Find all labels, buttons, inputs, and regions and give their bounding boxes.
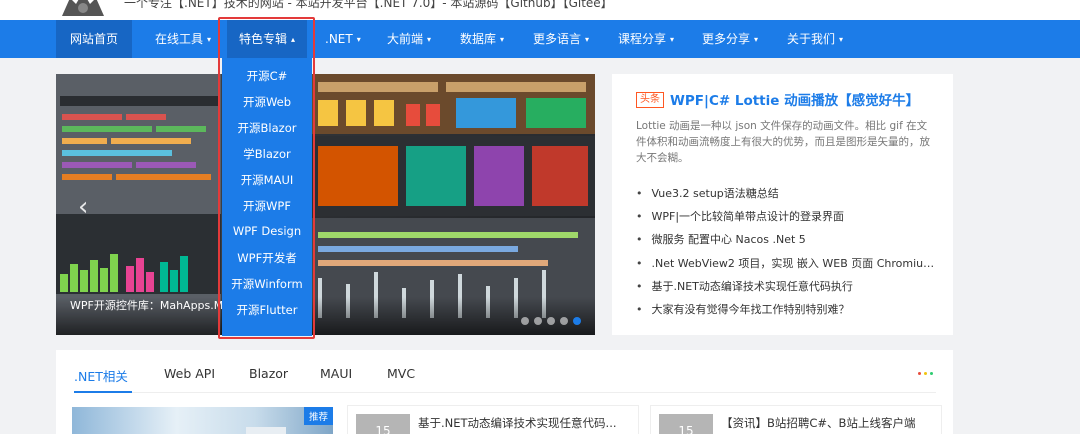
chevron-down-icon: ▾ bbox=[207, 35, 212, 44]
hero-slider[interactable]: ‹ WPF开源控件库：MahApps.Metro bbox=[56, 74, 595, 335]
thumbnail-tile bbox=[246, 427, 286, 434]
site-header: 一个专注【.NET】技术的网站 - 本站开发平台【.NET 7.0】- 本站源码… bbox=[0, 0, 1080, 20]
slider-dot-active[interactable] bbox=[573, 317, 581, 325]
article-card[interactable]: 15 基于.NET动态编译技术实现任意代码... bbox=[347, 405, 639, 434]
slider-dot[interactable] bbox=[547, 317, 555, 325]
article-card[interactable]: 15 【资讯】B站招聘C#、B站上线客户端 bbox=[650, 405, 942, 434]
headline-panel: 头条 WPF|C# Lottie 动画播放【感觉好牛】 Lottie 动画是一种… bbox=[612, 74, 953, 335]
nav-item-more-shares[interactable]: 更多分享 ▾ bbox=[702, 20, 758, 58]
featured-albums-dropdown: 开源C# 开源Web 开源Blazor 学Blazor 开源MAUI 开源WPF… bbox=[222, 58, 312, 336]
dot-green bbox=[930, 372, 933, 375]
chevron-down-icon: ▾ bbox=[585, 35, 590, 44]
chevron-down-icon: ▾ bbox=[356, 35, 361, 44]
headline-tag: 头条 bbox=[636, 92, 664, 108]
nav-item-database[interactable]: 数据库 ▾ bbox=[460, 20, 504, 58]
site-slogan: 一个专注【.NET】技术的网站 - 本站开发平台【.NET 7.0】- 本站源码… bbox=[124, 0, 613, 10]
tab-blazor[interactable]: Blazor bbox=[249, 366, 288, 381]
list-item[interactable]: .Net WebView2 项目，实现 嵌入 WEB 页面 Chromium内核 bbox=[636, 252, 937, 275]
nav-item-more-languages[interactable]: 更多语言 ▾ bbox=[533, 20, 589, 58]
tab-web-api[interactable]: Web API bbox=[164, 366, 215, 381]
main-nav: 网站首页 在线工具 ▾ 特色专辑 ▴ .NET ▾ 大前端 ▾ 数据库 ▾ 更多语言 ▾ 课… bbox=[0, 20, 1080, 58]
chevron-down-icon: ▾ bbox=[670, 35, 675, 44]
list-item[interactable]: 微服务 配置中心 Nacos .Net 5 bbox=[636, 228, 936, 251]
recommend-badge: 推荐 bbox=[303, 407, 333, 425]
more-dots-icon[interactable] bbox=[918, 372, 933, 375]
nav-item-label: 关于我们 bbox=[787, 32, 836, 46]
tab-active-underline bbox=[74, 391, 132, 393]
nav-item-dotnet[interactable]: .NET ▾ bbox=[325, 20, 361, 58]
nav-item-label: 大前端 bbox=[387, 32, 424, 46]
slider-dots bbox=[521, 317, 581, 325]
chevron-down-icon: ▾ bbox=[500, 35, 505, 44]
nav-item-courses[interactable]: 课程分享 ▾ bbox=[618, 20, 674, 58]
nav-item-online-tools[interactable]: 在线工具 ▾ bbox=[155, 20, 211, 58]
list-item[interactable]: 基于.NET动态编译技术实现任意代码执行 bbox=[636, 275, 936, 298]
recommended-thumbnail[interactable]: 推荐 bbox=[72, 407, 333, 434]
date-badge: 15 bbox=[356, 414, 410, 434]
headline-link-list: Vue3.2 setup语法糖总结 WPF|一个比较简单带点设计的登录界面 微服… bbox=[636, 182, 937, 321]
chevron-up-icon: ▴ bbox=[291, 35, 296, 44]
article-title[interactable]: 基于.NET动态编译技术实现任意代码... bbox=[418, 415, 617, 431]
slider-prev-icon[interactable]: ‹ bbox=[78, 192, 88, 222]
chevron-down-icon: ▾ bbox=[754, 35, 759, 44]
tab-mvc[interactable]: MVC bbox=[387, 366, 415, 381]
nav-item-featured-albums[interactable]: 特色专辑 ▴ bbox=[227, 20, 308, 58]
dot-red bbox=[918, 372, 921, 375]
nav-item-label: 网站首页 bbox=[70, 32, 119, 46]
nav-item-label: 更多语言 bbox=[533, 32, 582, 46]
slider-dot[interactable] bbox=[534, 317, 542, 325]
slider-caption-bar: WPF开源控件库：MahApps.Metro bbox=[56, 297, 595, 335]
dropdown-item-open-winform[interactable]: 开源Winform bbox=[222, 276, 312, 292]
nav-item-label: 特色专辑 bbox=[239, 32, 288, 46]
article-title[interactable]: 【资讯】B站招聘C#、B站上线客户端 bbox=[721, 415, 915, 431]
nav-item-label: .NET bbox=[325, 32, 353, 46]
list-item[interactable]: WPF|一个比较简单带点设计的登录界面 bbox=[636, 205, 936, 228]
dropdown-item-open-web[interactable]: 开源Web bbox=[222, 94, 312, 110]
headline-title[interactable]: WPF|C# Lottie 动画播放【感觉好牛】 bbox=[670, 89, 919, 109]
nav-item-home[interactable]: 网站首页 bbox=[56, 20, 133, 58]
dot-yellow bbox=[924, 372, 927, 375]
nav-item-about[interactable]: 关于我们 ▾ bbox=[787, 20, 843, 58]
nav-item-label: 课程分享 bbox=[618, 32, 667, 46]
slider-dot[interactable] bbox=[560, 317, 568, 325]
dropdown-item-open-blazor[interactable]: 开源Blazor bbox=[222, 120, 312, 136]
date-badge: 15 bbox=[659, 414, 713, 434]
dropdown-item-open-csharp[interactable]: 开源C# bbox=[222, 68, 312, 84]
headline-summary: Lottie 动画是一种以 json 文件保存的动画文件。相比 gif 在文件体… bbox=[636, 120, 930, 164]
tab-dotnet[interactable]: .NET相关 bbox=[74, 366, 128, 385]
dropdown-item-open-maui[interactable]: 开源MAUI bbox=[222, 172, 312, 188]
tab-divider bbox=[74, 392, 936, 393]
dropdown-item-wpf-design[interactable]: WPF Design bbox=[222, 224, 312, 238]
dropdown-item-learn-blazor[interactable]: 学Blazor bbox=[222, 146, 312, 162]
tab-maui[interactable]: MAUI bbox=[320, 366, 352, 381]
nav-item-frontend[interactable]: 大前端 ▾ bbox=[387, 20, 431, 58]
chevron-down-icon: ▾ bbox=[839, 35, 844, 44]
category-section: .NET相关 Web API Blazor MAUI MVC 推荐 15 基于.… bbox=[56, 350, 953, 434]
site-logo-icon[interactable] bbox=[58, 0, 108, 16]
nav-item-label: 在线工具 bbox=[155, 32, 204, 46]
list-item[interactable]: Vue3.2 setup语法糖总结 bbox=[636, 182, 936, 205]
chevron-down-icon: ▾ bbox=[427, 35, 432, 44]
slider-image bbox=[56, 74, 595, 335]
dropdown-item-open-flutter[interactable]: 开源Flutter bbox=[222, 302, 312, 318]
slider-dot[interactable] bbox=[521, 317, 529, 325]
dropdown-item-open-wpf[interactable]: 开源WPF bbox=[222, 198, 312, 214]
dropdown-item-wpf-developer[interactable]: WPF开发者 bbox=[222, 250, 312, 266]
nav-item-label: 数据库 bbox=[460, 32, 497, 46]
slider-caption[interactable]: WPF开源控件库：MahApps.Metro bbox=[70, 297, 245, 313]
nav-item-label: 更多分享 bbox=[702, 32, 751, 46]
list-item[interactable]: 大家有没有觉得今年找工作特别特别难？ bbox=[636, 298, 936, 321]
